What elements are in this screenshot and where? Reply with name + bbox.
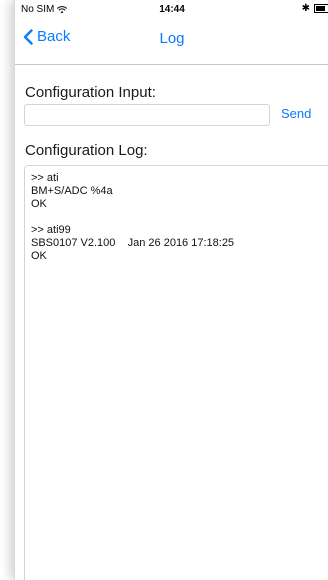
- log-line: SBS0107 V2.100 Jan 26 2016 17:18:25: [31, 237, 235, 249]
- status-bar: No SIM 14:44 ✱: [15, 0, 328, 20]
- config-log-textarea[interactable]: >> ati BM+S/ADC %4a OK >> ati99 SBS0107 …: [24, 165, 328, 580]
- status-right-group: ✱: [302, 3, 328, 14]
- log-line: OK: [31, 250, 47, 262]
- config-input-label: Configuration Input:: [25, 84, 156, 101]
- config-log-label: Configuration Log:: [25, 142, 148, 159]
- log-line: >> ati: [31, 172, 59, 184]
- log-line: BM+S/ADC %4a: [31, 185, 113, 197]
- status-time: 14:44: [159, 4, 185, 15]
- send-button[interactable]: Send: [281, 106, 311, 121]
- phone-screen: No SIM 14:44 ✱ Back Log Configuration In…: [14, 0, 328, 580]
- log-entry: >> ati BM+S/ADC %4a OK: [31, 172, 323, 211]
- page-title: Log: [159, 30, 185, 47]
- log-line: >> ati99: [31, 224, 71, 236]
- bluetooth-icon: ✱: [301, 3, 310, 14]
- config-input-field[interactable]: [24, 104, 270, 126]
- log-line: OK: [31, 198, 47, 210]
- log-entry: >> ati99 SBS0107 V2.100 Jan 26 2016 17:1…: [31, 224, 323, 263]
- battery-icon: [314, 4, 328, 13]
- navigation-bar: Back Log: [15, 20, 328, 65]
